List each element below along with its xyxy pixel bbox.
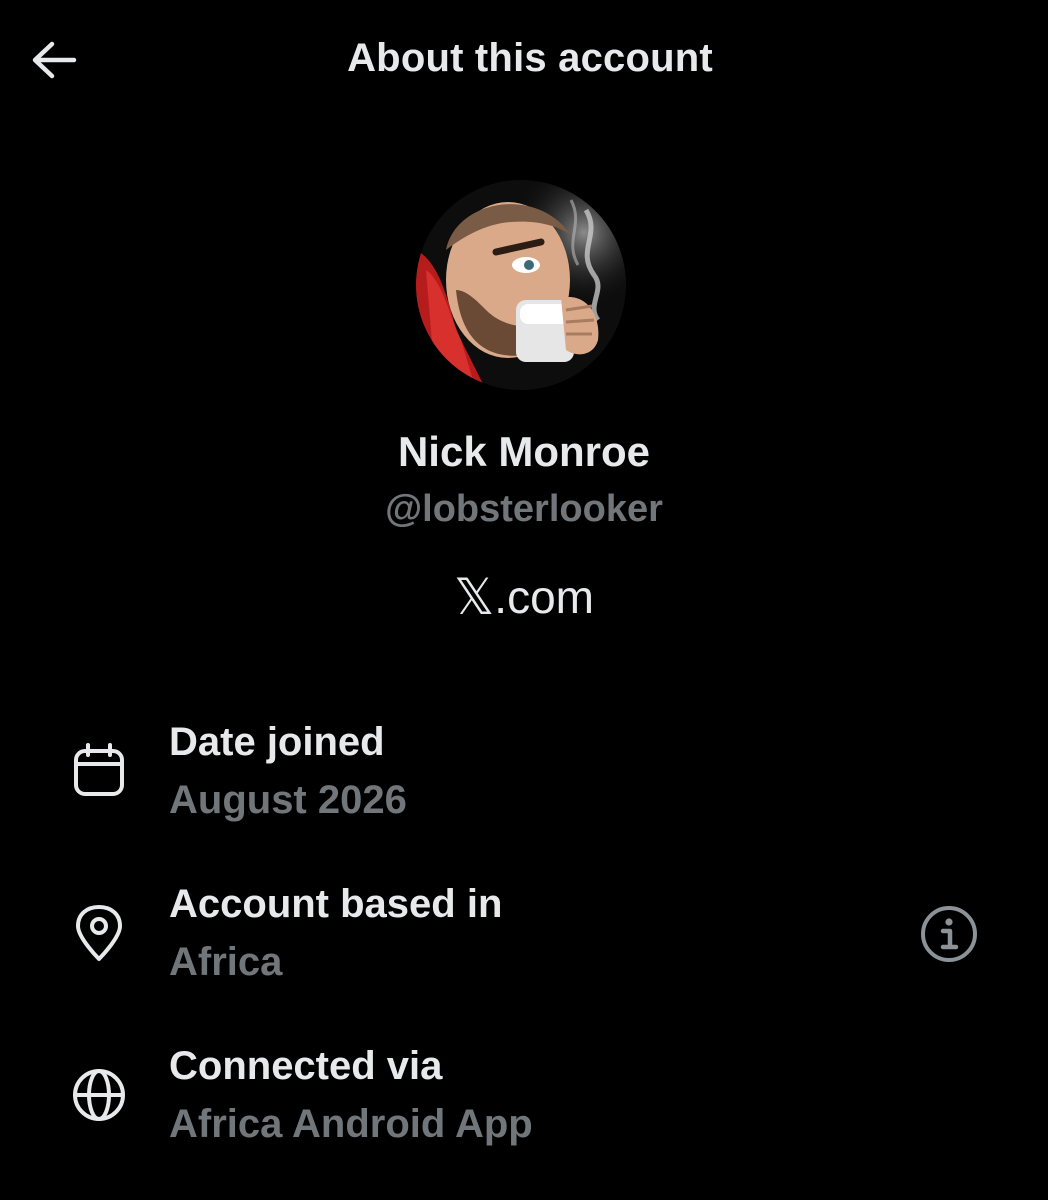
detail-label: Date joined — [169, 720, 385, 764]
x-com-brand: 𝕏 .com — [0, 568, 1048, 626]
calendar-icon — [74, 743, 124, 796]
detail-value: Africa — [169, 940, 283, 984]
x-logo-icon: 𝕏 — [454, 568, 495, 626]
info-icon[interactable] — [918, 903, 980, 965]
detail-row-account-based-in: Account based in Africa — [0, 874, 1048, 994]
detail-label: Account based in — [169, 882, 503, 926]
globe-icon — [73, 1069, 125, 1121]
avatar[interactable] — [416, 180, 626, 390]
page-title: About this account — [347, 36, 713, 80]
avatar-illustration — [416, 180, 626, 390]
brand-domain: .com — [494, 571, 594, 623]
location-pin-icon — [76, 905, 122, 961]
display-name: Nick Monroe — [397, 428, 651, 475]
top-bar: About this account — [0, 0, 1048, 120]
detail-row-connected-via: Connected via Africa Android App — [0, 1036, 1048, 1156]
detail-label: Connected via — [169, 1044, 443, 1088]
detail-row-date-joined: Date joined August 2026 — [0, 712, 1048, 832]
username-handle: @lobsterlooker — [385, 488, 663, 530]
detail-value: Africa Android App — [169, 1102, 533, 1146]
detail-value: August 2026 — [169, 778, 407, 822]
